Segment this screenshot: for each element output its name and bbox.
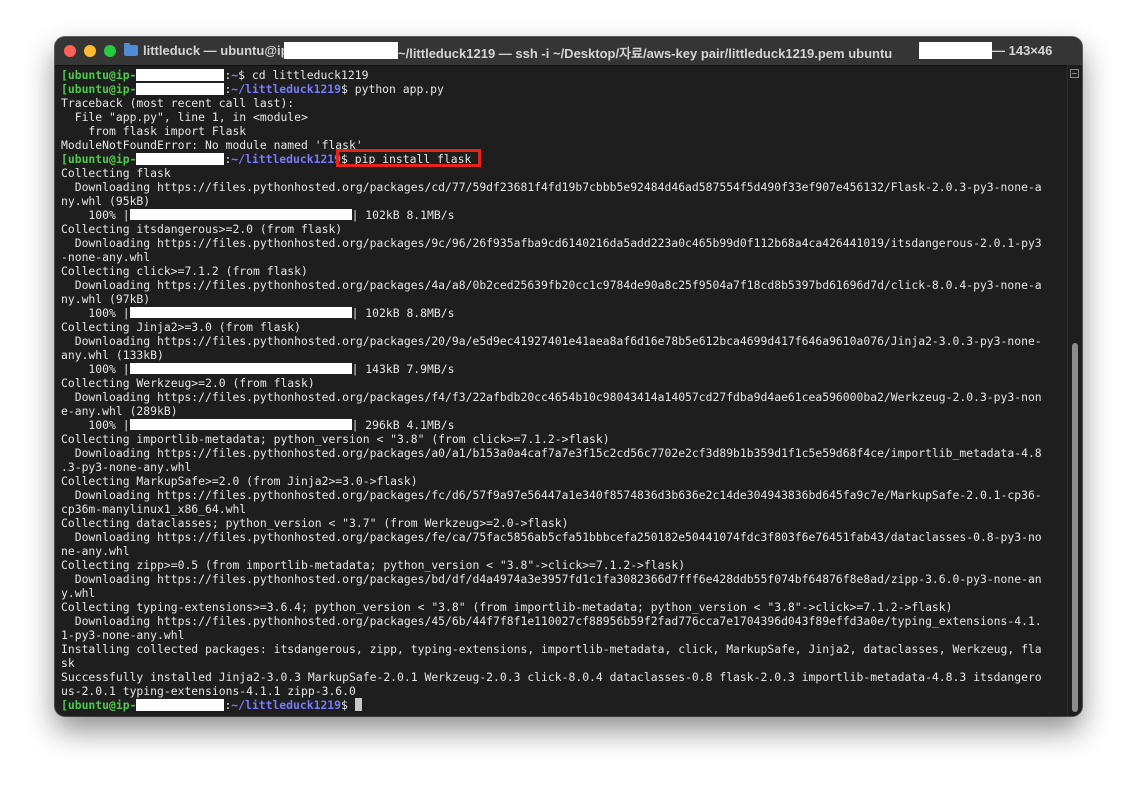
output-line: Installing collected packages: itsdanger… bbox=[61, 642, 1042, 656]
redacted-host bbox=[136, 83, 225, 95]
output-line: sk bbox=[61, 656, 75, 670]
split-pane-icon[interactable] bbox=[1070, 69, 1079, 78]
close-icon[interactable] bbox=[64, 45, 76, 57]
prompt-line: [ubuntu@ip-:~/littleduck1219$ bbox=[61, 698, 1065, 712]
output-line: Downloading https://files.pythonhosted.o… bbox=[61, 572, 1042, 586]
scrollbar-thumb[interactable] bbox=[1072, 343, 1078, 712]
output-line: Collecting MarkupSafe>=2.0 (from Jinja2>… bbox=[61, 474, 418, 488]
output-line: Traceback (most recent call last): bbox=[61, 96, 295, 110]
redacted-host bbox=[284, 42, 398, 59]
output-line: Downloading https://files.pythonhosted.o… bbox=[61, 488, 1042, 502]
folder-icon bbox=[124, 43, 138, 56]
output-line: Downloading https://files.pythonhosted.o… bbox=[61, 530, 1042, 544]
title-bar[interactable]: littleduck — ubuntu@ip ~/littleduck1219 … bbox=[55, 37, 1082, 66]
output-line: ny.whl (95kB) bbox=[61, 194, 151, 208]
output-line: -none-any.whl bbox=[61, 250, 151, 264]
output-line: Collecting Werkzeug>=2.0 (from flask) bbox=[61, 376, 315, 390]
progress-bar bbox=[129, 363, 352, 374]
output-line: Downloading https://files.pythonhosted.o… bbox=[61, 236, 1042, 250]
output-line: Collecting Jinja2>=3.0 (from flask) bbox=[61, 320, 302, 334]
minimize-icon[interactable] bbox=[84, 45, 96, 57]
output-line: from flask import Flask bbox=[61, 124, 247, 138]
window-title-middle: ~/littleduck1219 — ssh -i ~/Desktop/자료/a… bbox=[398, 46, 893, 61]
output-line: Collecting dataclasses; python_version <… bbox=[61, 516, 569, 530]
window-title-prefix: littleduck — ubuntu@ip bbox=[143, 43, 289, 58]
output-line: any.whl (133kB) bbox=[61, 348, 164, 362]
error-line: ModuleNotFoundError: No module named 'fl… bbox=[61, 138, 363, 152]
text-cursor bbox=[354, 698, 362, 711]
progress-line: 100% | | 296kB 4.1MB/s bbox=[61, 418, 455, 432]
output-line: cp36m-manylinux1_x86_64.whl bbox=[61, 502, 247, 516]
redacted-host bbox=[136, 153, 225, 165]
output-line: y.whl bbox=[61, 586, 96, 600]
output-line: Collecting typing-extensions>=3.6.4; pyt… bbox=[61, 600, 953, 614]
output-line: Downloading https://files.pythonhosted.o… bbox=[61, 446, 1042, 460]
output-line: Collecting itsdangerous>=2.0 (from flask… bbox=[61, 222, 343, 236]
output-line: Downloading https://files.pythonhosted.o… bbox=[61, 614, 1042, 628]
output-line: ny.whl (97kB) bbox=[61, 292, 151, 306]
output-line: Collecting importlib-metadata; python_ve… bbox=[61, 432, 610, 446]
progress-line: 100% | | 143kB 7.9MB/s bbox=[61, 362, 455, 376]
prompt-line: [ubuntu@ip-:~$ cd littleduck1219 bbox=[61, 68, 369, 82]
output-line: .3-py3-none-any.whl bbox=[61, 460, 192, 474]
maximize-icon[interactable] bbox=[104, 45, 116, 57]
output-line: us-2.0.1 typing-extensions-4.1.1 zipp-3.… bbox=[61, 684, 356, 698]
output-line: Downloading https://files.pythonhosted.o… bbox=[61, 180, 1042, 194]
progress-line: 100% | | 102kB 8.1MB/s bbox=[61, 208, 455, 222]
command-text: python app.py bbox=[354, 82, 444, 96]
command-text: cd littleduck1219 bbox=[251, 68, 369, 82]
output-line: ne-any.whl bbox=[61, 544, 130, 558]
output-line: Collecting flask bbox=[61, 166, 171, 180]
scrollbar[interactable] bbox=[1067, 65, 1082, 716]
window-title-suffix: — 143×46 bbox=[992, 43, 1053, 58]
progress-bar bbox=[129, 209, 352, 220]
redacted-host bbox=[136, 69, 225, 81]
output-line: 1-py3-none-any.whl bbox=[61, 628, 185, 642]
redacted-host bbox=[136, 699, 225, 711]
prompt-line: [ubuntu@ip-:~/littleduck1219$ pip instal… bbox=[61, 152, 472, 166]
redacted-host bbox=[919, 42, 992, 59]
output-line: Downloading https://files.pythonhosted.o… bbox=[61, 390, 1042, 404]
output-line: Collecting click>=7.1.2 (from flask) bbox=[61, 264, 308, 278]
command-highlight-box bbox=[336, 149, 481, 167]
terminal-output[interactable]: [ubuntu@ip-:~$ cd littleduck1219 [ubuntu… bbox=[61, 68, 1065, 712]
output-line: e-any.whl (289kB) bbox=[61, 404, 178, 418]
progress-bar bbox=[129, 307, 352, 318]
output-line: File "app.py", line 1, in <module> bbox=[61, 110, 308, 124]
prompt-line: [ubuntu@ip-:~/littleduck1219$ python app… bbox=[61, 82, 444, 96]
progress-line: 100% | | 102kB 8.8MB/s bbox=[61, 306, 455, 320]
output-line: Downloading https://files.pythonhosted.o… bbox=[61, 278, 1042, 292]
output-line: Downloading https://files.pythonhosted.o… bbox=[61, 334, 1042, 348]
output-line: Successfully installed Jinja2-3.0.3 Mark… bbox=[61, 670, 1042, 684]
terminal-window: littleduck — ubuntu@ip ~/littleduck1219 … bbox=[55, 37, 1082, 716]
progress-bar bbox=[129, 419, 352, 430]
output-line: Collecting zipp>=0.5 (from importlib-met… bbox=[61, 558, 686, 572]
